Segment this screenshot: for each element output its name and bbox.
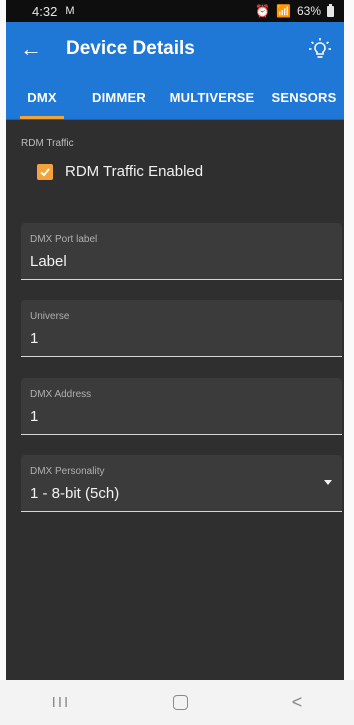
messenger-icon: M [65, 5, 75, 17]
tab-bar: DMX DIMMER MULTIVERSE SENSORS [6, 76, 344, 120]
rdm-traffic-checkbox-row[interactable]: RDM Traffic Enabled [37, 163, 329, 180]
alarm-icon: ⏰ [255, 4, 271, 18]
field-value: 1 [30, 330, 39, 347]
field-value: 1 - 8-bit (5ch) [30, 485, 120, 502]
status-time: 4:32 [32, 3, 58, 19]
back-nav-icon[interactable]: < [292, 692, 303, 713]
rdm-traffic-checkbox[interactable] [37, 163, 53, 180]
battery-percent: 63% [296, 4, 321, 18]
dmx-port-label-field[interactable]: DMX Port label Label [21, 223, 342, 280]
dmx-address-field[interactable]: DMX Address 1 [21, 378, 342, 435]
field-value: Label [30, 253, 67, 270]
content-area: RDM Traffic RDM Traffic Enabled [6, 120, 344, 180]
universe-field[interactable]: Universe 1 [21, 300, 342, 357]
rdm-traffic-checkbox-label: RDM Traffic Enabled [65, 163, 204, 180]
arrow-left-icon[interactable]: ← [20, 38, 50, 60]
dmx-personality-dropdown[interactable]: DMX Personality 1 - 8-bit (5ch) [21, 455, 342, 512]
tab-multiverse[interactable]: MULTIVERSE [160, 76, 264, 119]
field-label: DMX Port label [30, 234, 98, 245]
field-label: DMX Personality [30, 466, 105, 477]
field-label: DMX Address [30, 389, 92, 400]
status-bar: 4:32 M ⏰ 📶 63% [6, 0, 344, 22]
wifi-icon: 📶 [276, 4, 291, 18]
field-value: 1 [30, 408, 39, 425]
rdm-section-label: RDM Traffic [21, 138, 74, 149]
app-bar: ← Device Details [6, 22, 344, 76]
chevron-down-icon [324, 480, 332, 485]
field-label: Universe [30, 311, 70, 322]
check-icon [40, 167, 50, 176]
home-icon[interactable] [173, 695, 189, 710]
system-nav-bar: III < [0, 680, 354, 725]
tab-dimmer[interactable]: DIMMER [78, 76, 160, 119]
status-indicators: ⏰ 📶 63% [255, 3, 334, 18]
tab-sensors[interactable]: SENSORS [264, 76, 344, 119]
lightbulb-icon[interactable] [308, 37, 332, 61]
battery-icon [327, 3, 334, 17]
page-title: Device Details [66, 38, 195, 59]
recent-apps-icon[interactable]: III [52, 694, 71, 711]
tab-dmx[interactable]: DMX [6, 76, 78, 119]
